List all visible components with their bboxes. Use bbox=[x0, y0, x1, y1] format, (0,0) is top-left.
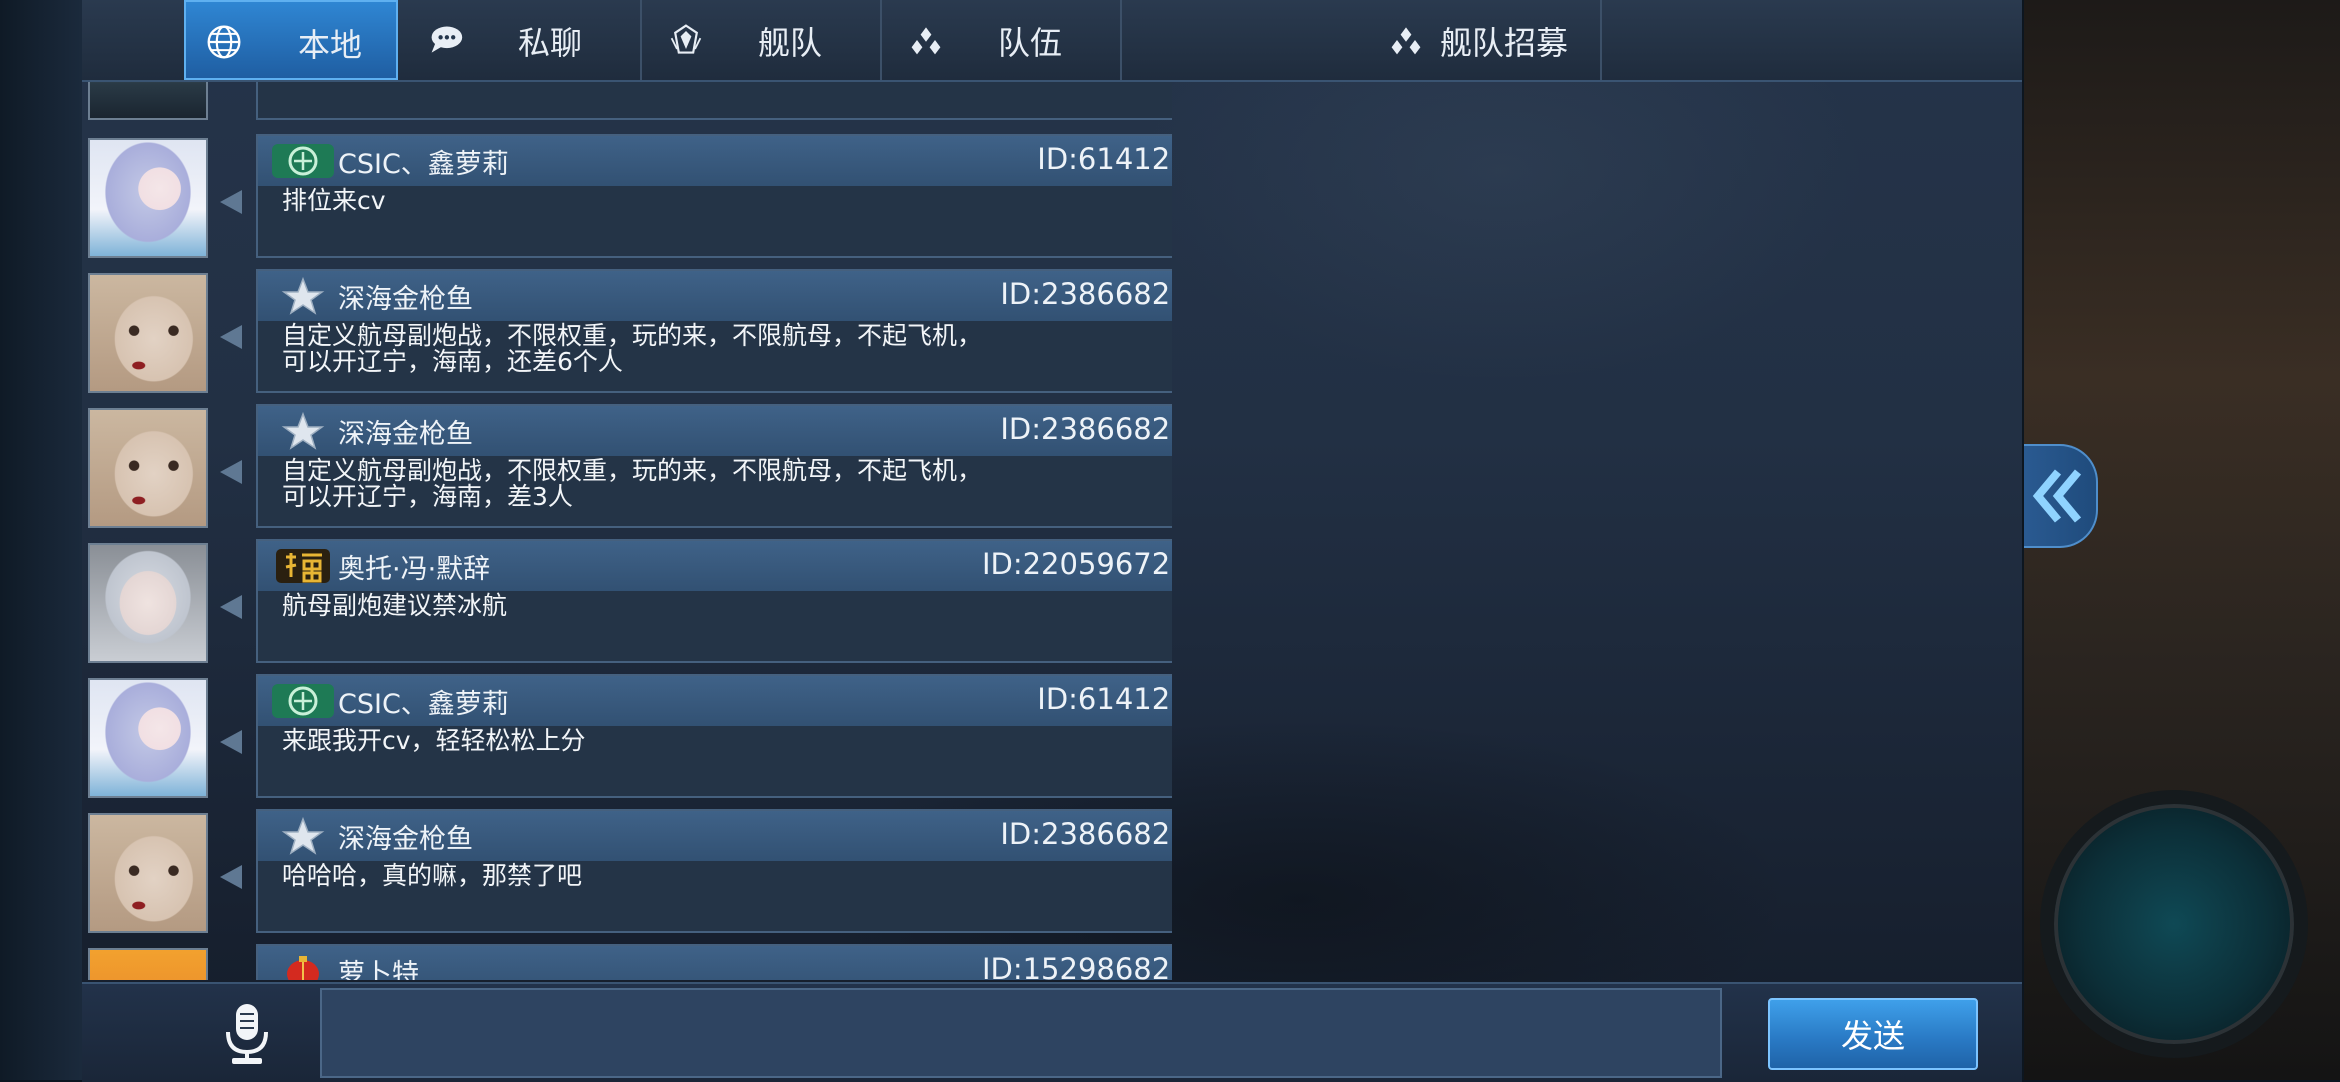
chat-input[interactable] bbox=[320, 988, 1722, 1078]
tab-fleet-recruit[interactable]: 舰队招募 bbox=[1122, 0, 1602, 80]
sender-id: ID:152986820004 bbox=[981, 952, 1172, 980]
star-badge bbox=[281, 412, 325, 450]
globe-icon bbox=[207, 25, 241, 59]
anime-silver-hair-avatar[interactable] bbox=[88, 543, 208, 663]
message-bubble: CSIC、鑫萝莉 ID:614120003 来跟我开cv，轻轻松松上分 bbox=[256, 674, 1172, 798]
message-row bbox=[82, 82, 1172, 120]
message-row: CSIC、鑫萝莉 ID:614120003 排位来cv bbox=[82, 132, 1172, 258]
message-header: 深海金枪鱼 ID:23866820006 bbox=[258, 271, 1172, 321]
sender-id: ID:23866820006 bbox=[1000, 817, 1172, 851]
message-bubble: 萝卜特 ID:152986820004 bbox=[256, 944, 1172, 980]
message-header: CSIC、鑫萝莉 ID:614120003 bbox=[258, 676, 1172, 726]
bubble-pointer bbox=[220, 190, 242, 214]
green-emblem-badge bbox=[272, 144, 334, 178]
tab-fleet-label: 舰队 bbox=[758, 24, 823, 62]
message-header: 奥托·冯·默辞 ID:220596720004 bbox=[258, 541, 1172, 591]
sender-id: ID:23866820006 bbox=[1000, 277, 1172, 311]
sender-name[interactable]: CSIC、鑫萝莉 bbox=[338, 142, 509, 181]
message-header: 深海金枪鱼 ID:23866820006 bbox=[258, 406, 1172, 456]
periscope-lens-decor bbox=[2040, 790, 2308, 1058]
bubble-pointer bbox=[220, 460, 242, 484]
sender-id: ID:220596720004 bbox=[981, 547, 1172, 581]
message-row: CSIC、鑫萝莉 ID:614120003 来跟我开cv，轻轻松松上分 bbox=[82, 672, 1172, 798]
message-bubble bbox=[256, 82, 1172, 120]
message-bubble: CSIC、鑫萝莉 ID:614120003 排位来cv bbox=[256, 134, 1172, 258]
chat-message-list[interactable]: CSIC、鑫萝莉 ID:614120003 排位来cv 深海金枪鱼 ID:238… bbox=[82, 82, 1172, 980]
tab-fleet-recruit-label: 舰队招募 bbox=[1440, 24, 1569, 62]
left-edge-panel bbox=[0, 0, 82, 1080]
message-text: 来跟我开cv，轻轻松松上分 bbox=[282, 726, 586, 755]
tab-team[interactable]: 队伍 bbox=[882, 0, 1122, 80]
message-text: 自定义航母副炮战，不限权重，玩的来，不限航母，不起飞机， 可以开辽宁，海南，差3… bbox=[282, 456, 983, 511]
bubble-pointer bbox=[220, 325, 242, 349]
message-row: 萝卜特 ID:152986820004 bbox=[82, 942, 1172, 980]
message-text: 哈哈哈，真的嘛，那禁了吧 bbox=[282, 861, 583, 890]
anime-girl-avatar[interactable] bbox=[88, 813, 208, 933]
tab-fleet[interactable]: 舰队 bbox=[642, 0, 882, 80]
tab-local-label: 本地 bbox=[298, 26, 363, 64]
tab-local[interactable]: 本地 bbox=[184, 0, 398, 80]
message-header: CSIC、鑫萝莉 ID:614120003 bbox=[258, 136, 1172, 186]
collapse-panel-button[interactable] bbox=[2024, 444, 2098, 548]
warship-avatar[interactable] bbox=[88, 82, 208, 120]
bubble-pointer bbox=[220, 730, 242, 754]
anime-blue-hair-avatar[interactable] bbox=[88, 678, 208, 798]
chat-input-bar: 发送 bbox=[82, 982, 2022, 1082]
message-text: 自定义航母副炮战，不限权重，玩的来，不限航母，不起飞机， 可以开辽宁，海南，还差… bbox=[282, 321, 983, 376]
message-row: 深海金枪鱼 ID:23866820006 哈哈哈，真的嘛，那禁了吧 bbox=[82, 807, 1172, 933]
message-row: 奥托·冯·默辞 ID:220596720004 航母副炮建议禁冰航 bbox=[82, 537, 1172, 663]
sender-name[interactable]: CSIC、鑫萝莉 bbox=[338, 682, 509, 721]
message-bubble: 奥托·冯·默辞 ID:220596720004 航母副炮建议禁冰航 bbox=[256, 539, 1172, 663]
tab-team-label: 队伍 bbox=[998, 24, 1063, 62]
chat-tab-bar: 本地 私聊 舰队 队伍 舰队招募 bbox=[82, 0, 2022, 82]
bubble-pointer bbox=[220, 865, 242, 889]
team-dots-icon bbox=[1391, 27, 1421, 55]
message-text: 排位来cv bbox=[282, 186, 386, 215]
sender-name[interactable]: 深海金枪鱼 bbox=[338, 412, 473, 451]
message-row: 深海金枪鱼 ID:23866820006 自定义航母副炮战，不限权重，玩的来，不… bbox=[82, 267, 1172, 393]
fu-character-badge bbox=[276, 549, 330, 583]
message-header: 深海金枪鱼 ID:23866820006 bbox=[258, 811, 1172, 861]
star-badge bbox=[281, 817, 325, 855]
sender-id: ID:23866820006 bbox=[1000, 412, 1172, 446]
double-chevron-left-icon bbox=[2032, 469, 2082, 523]
sender-id: ID:614120003 bbox=[1037, 142, 1172, 176]
tab-private-chat[interactable]: 私聊 bbox=[398, 0, 642, 80]
microphone-icon[interactable] bbox=[212, 998, 282, 1068]
message-text: 航母副炮建议禁冰航 bbox=[282, 591, 508, 620]
send-button-label: 发送 bbox=[1840, 1017, 1905, 1055]
sender-id: ID:614120003 bbox=[1037, 682, 1172, 716]
chat-bubble-icon bbox=[431, 26, 463, 53]
sender-name[interactable]: 深海金枪鱼 bbox=[338, 817, 473, 856]
message-bubble: 深海金枪鱼 ID:23866820006 哈哈哈，真的嘛，那禁了吧 bbox=[256, 809, 1172, 933]
red-lantern-badge bbox=[287, 956, 319, 980]
sender-name[interactable]: 奥托·冯·默辞 bbox=[338, 547, 490, 586]
anime-girl-avatar[interactable] bbox=[88, 408, 208, 528]
send-button[interactable]: 发送 bbox=[1768, 998, 1978, 1070]
anime-blue-hair-avatar[interactable] bbox=[88, 138, 208, 258]
bubble-pointer bbox=[220, 595, 242, 619]
aircraft-avatar[interactable] bbox=[88, 948, 208, 980]
anime-girl-avatar[interactable] bbox=[88, 273, 208, 393]
tab-private-chat-label: 私聊 bbox=[518, 24, 583, 62]
message-bubble: 深海金枪鱼 ID:23866820006 自定义航母副炮战，不限权重，玩的来，不… bbox=[256, 269, 1172, 393]
message-header: 萝卜特 ID:152986820004 bbox=[258, 946, 1172, 980]
sender-name[interactable]: 萝卜特 bbox=[338, 952, 419, 980]
fleet-emblem-icon bbox=[670, 24, 702, 54]
team-dots-icon bbox=[911, 27, 941, 55]
green-emblem-badge bbox=[272, 684, 334, 718]
message-row: 深海金枪鱼 ID:23866820006 自定义航母副炮战，不限权重，玩的来，不… bbox=[82, 402, 1172, 528]
message-bubble: 深海金枪鱼 ID:23866820006 自定义航母副炮战，不限权重，玩的来，不… bbox=[256, 404, 1172, 528]
sender-name[interactable]: 深海金枪鱼 bbox=[338, 277, 473, 316]
star-badge bbox=[281, 277, 325, 315]
